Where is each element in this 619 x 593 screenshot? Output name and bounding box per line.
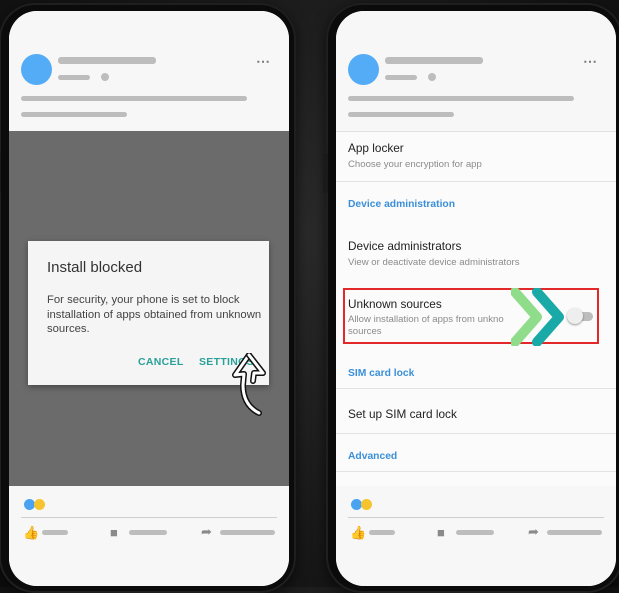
share-label-placeholder (220, 530, 275, 535)
share-icon[interactable]: ➦ (201, 525, 212, 538)
divider (336, 471, 616, 472)
avatar (348, 54, 379, 85)
divider (336, 131, 616, 132)
reaction-love-icon (34, 499, 45, 510)
text-line-placeholder (348, 96, 574, 101)
comment-label-placeholder (129, 530, 167, 535)
divider (348, 517, 604, 518)
toggle-knob[interactable] (567, 308, 583, 324)
like-label-placeholder (42, 530, 68, 535)
time-placeholder (385, 75, 417, 80)
thumbs-up-icon[interactable]: 👍 (350, 526, 366, 539)
comment-label-placeholder (456, 530, 494, 535)
cancel-button[interactable]: CANCEL (138, 356, 184, 368)
post-header: ⋯ (9, 11, 289, 131)
text-line-placeholder (348, 112, 454, 117)
unknown-sources-subtitle: Allow installation of apps from unkno (348, 314, 504, 325)
post-footer: 👍 ■ ➦ (336, 486, 616, 586)
reaction-love-icon (361, 499, 372, 510)
dialog-message: For security, your phone is set to block… (47, 294, 262, 335)
author-placeholder (385, 57, 483, 64)
like-label-placeholder (369, 530, 395, 535)
left-screen: ⋯ Install blocked For security, your pho… (9, 11, 289, 586)
text-line-placeholder (21, 96, 247, 101)
volume-button (0, 153, 1, 193)
unknown-sources-title[interactable]: Unknown sources (348, 297, 442, 311)
divider (336, 388, 616, 389)
thumbs-up-icon[interactable]: 👍 (23, 526, 39, 539)
share-label-placeholder (547, 530, 602, 535)
device-administration-header: Device administration (348, 199, 456, 210)
more-options-icon[interactable]: ⋯ (256, 53, 271, 70)
comment-icon[interactable]: ■ (437, 526, 445, 539)
divider (336, 181, 616, 182)
sim-card-lock-header: SIM card lock (348, 368, 415, 379)
security-settings-list: App locker Choose your encryption for ap… (336, 131, 616, 486)
post-header: ⋯ (336, 11, 616, 131)
left-phone: ⋯ Install blocked For security, your pho… (0, 3, 296, 593)
device-administrators-title[interactable]: Device administrators (348, 239, 461, 253)
author-placeholder (58, 57, 156, 64)
advanced-header: Advanced (348, 451, 398, 462)
app-locker-title[interactable]: App locker (348, 141, 404, 155)
privacy-dot (101, 73, 109, 81)
text-line-placeholder (21, 112, 127, 117)
post-footer: 👍 ■ ➦ (9, 486, 289, 586)
privacy-dot (428, 73, 436, 81)
right-screen: ⋯ App locker Choose your encryption for … (336, 11, 616, 586)
divider (336, 433, 616, 434)
volume-button (323, 153, 328, 193)
more-options-icon[interactable]: ⋯ (583, 53, 598, 70)
device-administrators-subtitle: View or deactivate device administrators (348, 257, 520, 268)
time-placeholder (58, 75, 90, 80)
hand-cursor-icon (232, 353, 266, 416)
divider (21, 517, 277, 518)
dialog-title: Install blocked (47, 259, 143, 276)
app-locker-subtitle: Choose your encryption for app (348, 159, 482, 170)
comment-icon[interactable]: ■ (110, 526, 118, 539)
share-icon[interactable]: ➦ (528, 525, 539, 538)
unknown-sources-subtitle-line2: sources (348, 326, 382, 337)
set-up-sim-lock-title[interactable]: Set up SIM card lock (348, 407, 457, 421)
avatar (21, 54, 52, 85)
double-chevron-arrow-icon (511, 288, 564, 346)
right-phone: ⋯ App locker Choose your encryption for … (323, 3, 619, 593)
